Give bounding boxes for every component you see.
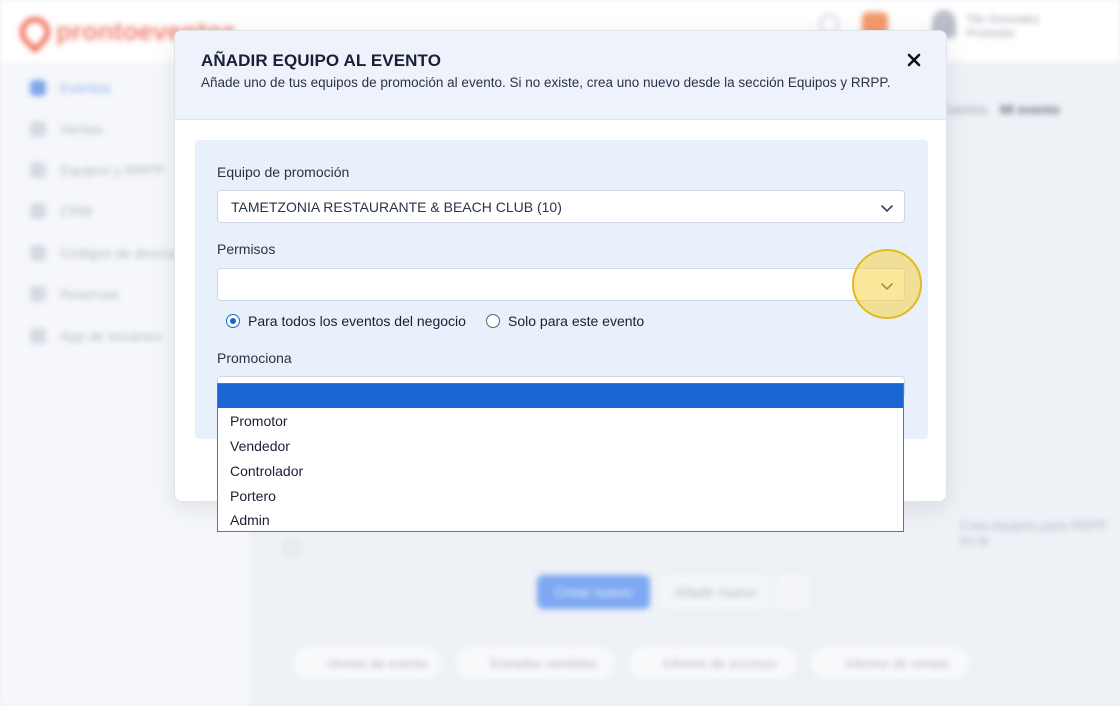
more-button[interactable] bbox=[776, 575, 810, 609]
contacts-icon bbox=[30, 203, 46, 219]
modal-title: AÑADIR EQUIPO AL EVENTO bbox=[201, 51, 442, 70]
team-select[interactable]: TAMETZONIA RESTAURANTE & BEACH CLUB (10) bbox=[217, 190, 905, 223]
sidebar-item-app-escaneo[interactable]: App de escaneo bbox=[30, 328, 161, 344]
user-info[interactable]: Tito Gonzalez Promotor bbox=[966, 12, 1040, 40]
click-highlight bbox=[852, 249, 922, 319]
modal-header: AÑADIR EQUIPO AL EVENTO Añade uno de tus… bbox=[175, 31, 946, 120]
modal-subtitle: Añade uno de tus equipos de promoción al… bbox=[201, 75, 891, 90]
permissions-label: Permisos bbox=[217, 241, 276, 257]
discount-icon bbox=[30, 245, 46, 261]
chevron-down-icon bbox=[881, 205, 893, 213]
breadcrumb-current: Mi evento bbox=[1000, 102, 1060, 117]
team-select-value: TAMETZONIA RESTAURANTE & BEACH CLUB (10) bbox=[231, 199, 562, 215]
calendar-icon bbox=[30, 80, 46, 96]
team-label: Equipo de promoción bbox=[217, 164, 350, 180]
sidebar-item-equipos[interactable]: Equipos y RRPP bbox=[30, 162, 164, 178]
radio-all-events[interactable]: Para todos los eventos del negocio bbox=[226, 313, 466, 329]
option-controlador[interactable]: Controlador bbox=[230, 463, 303, 479]
pill-informe-ventas[interactable]: Informe de ventas bbox=[810, 646, 970, 680]
add-button[interactable]: Añadir nuevo bbox=[660, 575, 770, 609]
role-dropdown-list: Promotor Vendedor Controlador Portero Ad… bbox=[217, 383, 904, 532]
create-button[interactable]: Crear nuevo bbox=[537, 575, 650, 609]
dropdown-selected-option[interactable] bbox=[218, 384, 903, 408]
pill-entradas[interactable]: Entradas vendidas bbox=[455, 646, 615, 680]
breadcrumb-parent[interactable]: Eventos bbox=[940, 102, 987, 117]
option-promotor[interactable]: Promotor bbox=[230, 413, 288, 429]
radio-all-events-control[interactable] bbox=[226, 314, 240, 328]
option-vendedor[interactable]: Vendedor bbox=[230, 438, 290, 454]
sidebar-item-ventas[interactable]: Ventas bbox=[30, 121, 103, 137]
sidebar-item-reservas[interactable]: Reservas bbox=[30, 286, 119, 302]
team-icon bbox=[30, 162, 46, 178]
pill-accesos[interactable]: Informe de accesos bbox=[628, 646, 798, 680]
promotes-label: Promociona bbox=[217, 350, 292, 366]
option-admin[interactable]: Admin bbox=[230, 512, 270, 528]
logo-mark-icon bbox=[13, 10, 57, 53]
sidebar-item-crm[interactable]: CRM bbox=[30, 203, 92, 219]
reservation-icon bbox=[30, 286, 46, 302]
permissions-select[interactable] bbox=[217, 268, 905, 301]
user-role: Promotor bbox=[966, 26, 1016, 40]
checkbox[interactable] bbox=[284, 540, 298, 554]
close-icon bbox=[907, 53, 921, 67]
radio-all-events-label: Para todos los eventos del negocio bbox=[248, 313, 466, 329]
ticket-icon bbox=[30, 121, 46, 137]
radio-this-event[interactable]: Solo para este evento bbox=[486, 313, 644, 329]
scan-icon bbox=[30, 328, 46, 344]
option-portero[interactable]: Portero bbox=[230, 488, 276, 504]
user-name: Tito Gonzalez bbox=[966, 12, 1040, 26]
sidebar-item-eventos[interactable]: Eventos bbox=[30, 80, 111, 96]
close-button[interactable] bbox=[901, 47, 927, 73]
radio-this-event-label: Solo para este evento bbox=[508, 313, 645, 329]
pill-ventas[interactable]: Ventas de evento bbox=[292, 646, 442, 680]
radio-this-event-control[interactable] bbox=[486, 314, 500, 328]
info-note: Crea equipos para RRPP en la bbox=[960, 518, 1107, 548]
